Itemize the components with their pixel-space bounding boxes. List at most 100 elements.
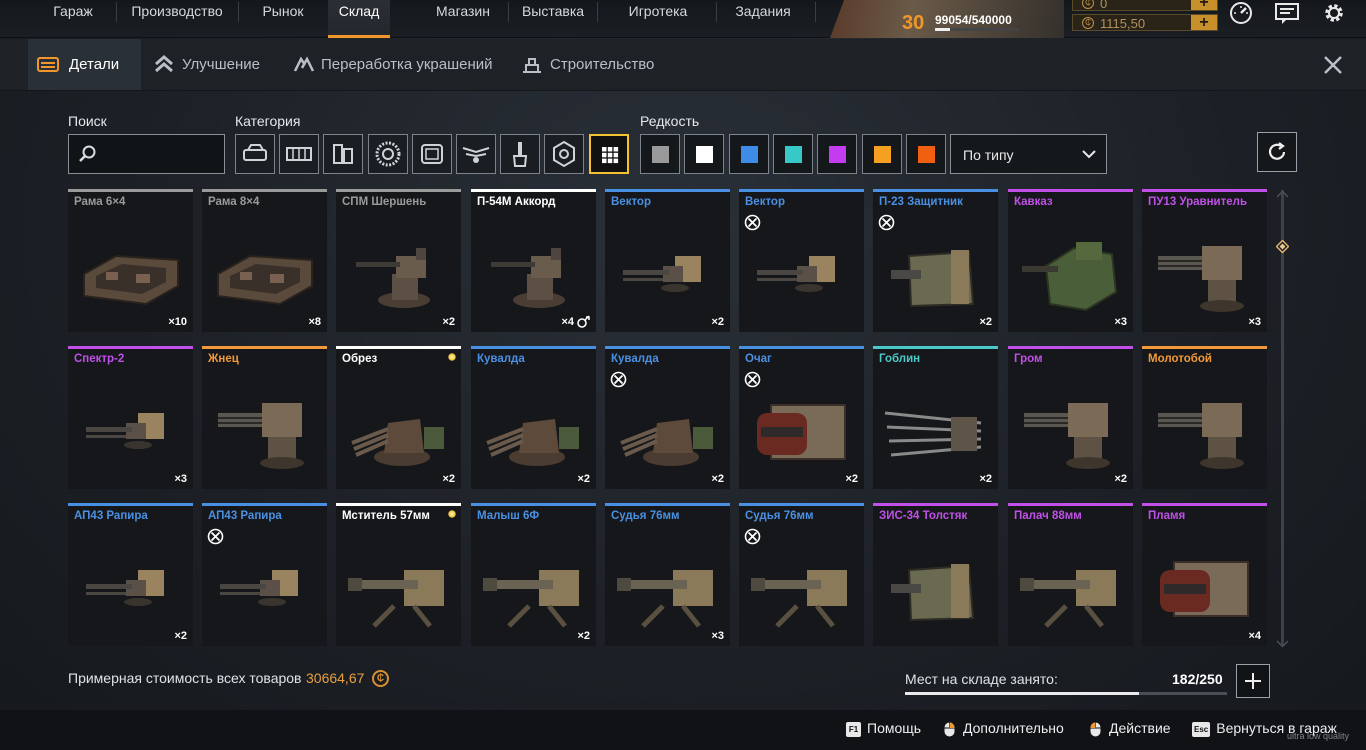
item-card[interactable]: Молотобой — [1142, 346, 1267, 489]
rarity-filter-button[interactable] — [861, 134, 902, 174]
item-quantity: ×8 — [308, 316, 321, 328]
search-input[interactable] — [99, 143, 219, 165]
rarity-filter-button[interactable] — [684, 134, 725, 174]
sort-dropdown[interactable]: По типу — [950, 134, 1107, 174]
nav-market[interactable]: Рынок — [250, 0, 316, 38]
rarity-label: Редкость — [640, 113, 700, 129]
item-card[interactable]: Очаг ×2 — [739, 346, 864, 489]
all-grid-icon — [601, 147, 618, 164]
tab-parts-label: Детали — [69, 56, 120, 73]
item-name: Пламя — [1148, 510, 1186, 522]
expand-storage-button[interactable] — [1236, 664, 1270, 698]
category-button-hexnut[interactable] — [544, 134, 585, 174]
item-quantity: ×4 — [561, 316, 574, 328]
news-icon[interactable] — [1274, 0, 1300, 26]
add-resource-button[interactable]: + — [1191, 0, 1217, 11]
item-card[interactable]: Гоблин ×2 — [873, 346, 998, 489]
item-cannon-icon — [1020, 570, 1116, 628]
speedometer-icon[interactable] — [1228, 0, 1254, 26]
close-icon[interactable] — [1320, 52, 1346, 78]
item-name: Малыш 6Ф — [477, 510, 540, 522]
item-card[interactable]: Кувалда ×2 — [605, 346, 730, 489]
item-card[interactable]: ПУ13 Уравнитель ×3 — [1142, 189, 1267, 332]
item-card[interactable]: Судья 76мм — [739, 503, 864, 646]
help-hint[interactable]: F1 Помощь — [846, 720, 921, 737]
item-card[interactable]: Кувалда ×2 — [471, 346, 596, 489]
item-card[interactable]: СПМ Шершень ×2 — [336, 189, 461, 332]
nav-tasks[interactable]: Задания — [728, 0, 798, 38]
scroll-down-icon[interactable] — [1276, 640, 1289, 648]
item-card[interactable]: Вектор — [739, 189, 864, 332]
item-card[interactable]: Рама 6×4 ×10 — [68, 189, 193, 332]
nav-game-room[interactable]: Игротека — [615, 0, 701, 38]
item-card[interactable]: Жнец — [202, 346, 327, 489]
action-hint[interactable]: Действие — [1090, 720, 1171, 737]
item-card[interactable]: ЗИС-34 Толстяк — [873, 503, 998, 646]
tab-upgrade[interactable]: Улучшение — [146, 39, 266, 90]
nav-production[interactable]: Производство — [124, 0, 230, 38]
rarity-filter-button[interactable] — [817, 134, 858, 174]
chevron-down-icon — [1082, 150, 1096, 159]
nav-garage[interactable]: Гараж — [38, 0, 108, 38]
winged-icon — [462, 147, 490, 163]
item-quantity: ×3 — [1248, 316, 1261, 328]
item-card[interactable]: Судья 76мм ×3 — [605, 503, 730, 646]
rarity-filter-button[interactable] — [640, 134, 680, 174]
scroll-up-icon[interactable] — [1276, 190, 1289, 198]
category-button-winged[interactable] — [456, 134, 496, 174]
item-mgbox-icon — [757, 256, 835, 292]
tab-parts[interactable]: Детали — [28, 39, 141, 90]
category-button-wheel[interactable] — [367, 134, 408, 174]
item-card[interactable]: Обрез ×2 — [336, 346, 461, 489]
item-card[interactable]: АП43 Рапира — [202, 503, 327, 646]
tab-decor-recycling[interactable]: Переработка украшений — [288, 39, 498, 90]
item-cannon-icon — [617, 570, 713, 628]
item-card[interactable]: Гром ×2 — [1008, 346, 1133, 489]
item-shotgun-icon — [351, 419, 444, 466]
car-parts-icon — [37, 57, 59, 72]
search-box[interactable] — [68, 134, 225, 174]
category-button-frame[interactable] — [279, 134, 320, 174]
item-card[interactable]: Вектор ×2 — [605, 189, 730, 332]
category-button-paint[interactable] — [500, 134, 541, 174]
tab-construction[interactable]: Строительство — [516, 39, 666, 90]
settings-gear-icon[interactable] — [1321, 0, 1347, 26]
refresh-button[interactable] — [1257, 132, 1297, 172]
category-button-all-grid[interactable] — [588, 134, 629, 174]
cockpit-icon — [420, 144, 443, 164]
item-barrel-icon — [757, 404, 846, 460]
category-button-cabin[interactable] — [235, 134, 275, 174]
nav-storage[interactable]: Склад — [328, 0, 390, 38]
nav-shop[interactable]: Магазин — [428, 0, 498, 38]
quality-watermark: ultra low quality — [1287, 731, 1350, 741]
tab-decor-recycling-label: Переработка украшений — [321, 56, 493, 73]
rarity-swatch — [784, 146, 802, 163]
item-card[interactable]: АП43 Рапира ×2 — [68, 503, 193, 646]
item-card[interactable]: П-23 Защитник ×2 — [873, 189, 998, 332]
rarity-filter-button[interactable] — [772, 134, 813, 174]
more-hint[interactable]: Дополнительно — [944, 720, 1064, 737]
item-card[interactable]: Пламя ×4 — [1142, 503, 1267, 646]
item-name: П-54М Аккорд — [477, 196, 556, 208]
player-xp: 99054/540000 — [935, 13, 1012, 27]
item-card[interactable]: Спектр-2 ×3 — [68, 346, 193, 489]
action-label: Действие — [1109, 720, 1171, 736]
category-button-module[interactable] — [323, 134, 364, 174]
item-card[interactable]: Кавказ ×3 — [1008, 189, 1133, 332]
grid-scrollbar[interactable] — [1281, 190, 1284, 646]
item-name: Молотобой — [1148, 353, 1212, 365]
item-card[interactable]: П-54М Аккорд ×4 — [471, 189, 596, 332]
item-card[interactable]: Палач 88мм — [1008, 503, 1133, 646]
esc-key-icon: Esc — [1192, 721, 1211, 737]
buy-coins-button[interactable]: + — [1191, 15, 1217, 31]
item-name: АП43 Рапира — [208, 510, 282, 522]
nav-exhibition[interactable]: Выставка — [516, 0, 590, 38]
rarity-filter-button[interactable] — [728, 134, 769, 174]
plus-icon — [1245, 673, 1261, 689]
item-card[interactable]: Мститель 57мм — [336, 503, 461, 646]
rarity-filter-button[interactable] — [905, 134, 946, 174]
item-card[interactable]: Малыш 6Ф ×2 — [471, 503, 596, 646]
scroll-thumb[interactable] — [1276, 240, 1289, 253]
category-button-cockpit[interactable] — [411, 134, 452, 174]
item-card[interactable]: Рама 8×4 ×8 — [202, 189, 327, 332]
